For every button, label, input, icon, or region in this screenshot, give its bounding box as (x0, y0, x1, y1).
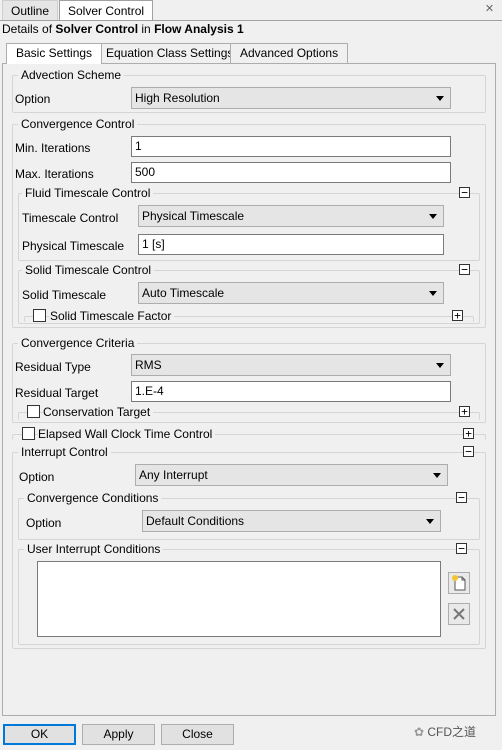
timescale-control-label: Timescale Control (22, 211, 119, 225)
residual-target-label: Residual Target (15, 386, 99, 400)
solid-timescale-label: Solid Timescale (22, 288, 107, 302)
chevron-down-icon (436, 96, 444, 101)
tab-outline-label: Outline (11, 4, 50, 18)
timescale-control-select[interactable]: Physical Timescale (138, 205, 444, 227)
details-header: Details of Solver Control in Flow Analys… (2, 22, 244, 36)
tab-solver-control[interactable]: Solver Control (59, 0, 154, 20)
advection-option-label: Option (15, 92, 51, 106)
new-item-icon (452, 575, 466, 591)
tab-divider (0, 20, 502, 21)
timescale-control-value: Physical Timescale (142, 209, 245, 223)
tab-outline[interactable]: Outline (2, 0, 59, 20)
apply-button[interactable]: Apply (82, 724, 155, 745)
expand-icon[interactable]: + (463, 428, 474, 439)
tab-equation-class-settings[interactable]: Equation Class Settings (96, 43, 244, 63)
conservation-target-label: Conservation Target (43, 405, 154, 419)
expand-icon[interactable]: + (452, 310, 463, 321)
user-interrupt-list[interactable] (37, 561, 441, 637)
min-iterations-label: Min. Iterations (15, 141, 91, 155)
chevron-down-icon (429, 214, 437, 219)
details-middle: in (138, 22, 155, 36)
details-prefix: Details of (2, 22, 56, 36)
delete-button[interactable] (448, 603, 470, 625)
details-object: Solver Control (55, 22, 139, 36)
solid-timescale-factor-label: Solid Timescale Factor (50, 309, 175, 323)
conditions-option-value: Default Conditions (146, 514, 245, 528)
advection-option-value: High Resolution (135, 91, 220, 105)
collapse-icon[interactable]: − (459, 264, 470, 275)
tab-basic-settings-label: Basic Settings (16, 46, 93, 60)
max-iterations-input[interactable]: 500 (131, 162, 451, 183)
expand-icon[interactable]: + (459, 406, 470, 417)
residual-target-input[interactable]: 1.E-4 (131, 381, 451, 402)
tab-advanced-options[interactable]: Advanced Options (230, 43, 349, 63)
chevron-down-icon (426, 519, 434, 524)
tab-solver-control-label: Solver Control (68, 4, 145, 18)
chevron-down-icon (433, 473, 441, 478)
residual-type-value: RMS (135, 358, 162, 372)
chevron-down-icon (436, 363, 444, 368)
watermark-text: CFD之道 (427, 725, 477, 739)
interrupt-control-title: Interrupt Control (18, 445, 111, 459)
advection-scheme-title: Advection Scheme (18, 68, 125, 82)
interrupt-option-select[interactable]: Any Interrupt (135, 464, 448, 486)
residual-type-select[interactable]: RMS (131, 354, 451, 376)
conditions-option-select[interactable]: Default Conditions (142, 510, 441, 532)
advection-option-select[interactable]: High Resolution (131, 87, 451, 109)
interrupt-option-label: Option (19, 470, 55, 484)
collapse-icon[interactable]: − (459, 187, 470, 198)
conditions-option-label: Option (26, 516, 62, 530)
physical-timescale-label: Physical Timescale (22, 239, 125, 253)
close-button[interactable]: Close (161, 724, 234, 745)
watermark: ✿ CFD之道 (414, 723, 476, 740)
physical-timescale-input[interactable]: 1 [s] (138, 234, 444, 255)
convergence-criteria-title: Convergence Criteria (18, 336, 138, 350)
close-icon[interactable]: ✕ (483, 3, 496, 16)
delete-icon (453, 608, 465, 620)
interrupt-option-value: Any Interrupt (139, 468, 208, 482)
solid-timescale-factor-checkbox[interactable] (33, 309, 46, 322)
user-interrupt-title: User Interrupt Conditions (24, 542, 164, 556)
collapse-icon[interactable]: − (456, 543, 467, 554)
convergence-conditions-title: Convergence Conditions (24, 491, 162, 505)
solid-timescale-value: Auto Timescale (142, 286, 225, 300)
new-item-button[interactable] (448, 572, 470, 594)
details-parent: Flow Analysis 1 (154, 22, 244, 36)
elapsed-wall-clock-label: Elapsed Wall Clock Time Control (38, 427, 216, 441)
solid-timescale-select[interactable]: Auto Timescale (138, 282, 444, 304)
min-iterations-input[interactable]: 1 (131, 136, 451, 157)
convergence-control-title: Convergence Control (18, 117, 138, 131)
wechat-icon: ✿ (414, 725, 428, 739)
fluid-timescale-title: Fluid Timescale Control (22, 186, 154, 200)
collapse-icon[interactable]: − (463, 446, 474, 457)
conservation-target-checkbox[interactable] (27, 405, 40, 418)
tab-equation-class-label: Equation Class Settings (106, 46, 234, 60)
ok-button[interactable]: OK (3, 724, 76, 745)
solid-timescale-title: Solid Timescale Control (22, 263, 155, 277)
elapsed-wall-clock-checkbox[interactable] (22, 427, 35, 440)
tab-basic-settings[interactable]: Basic Settings (6, 43, 103, 64)
max-iterations-label: Max. Iterations (15, 167, 94, 181)
chevron-down-icon (429, 291, 437, 296)
collapse-icon[interactable]: − (456, 492, 467, 503)
tab-advanced-options-label: Advanced Options (240, 46, 339, 60)
residual-type-label: Residual Type (15, 360, 91, 374)
